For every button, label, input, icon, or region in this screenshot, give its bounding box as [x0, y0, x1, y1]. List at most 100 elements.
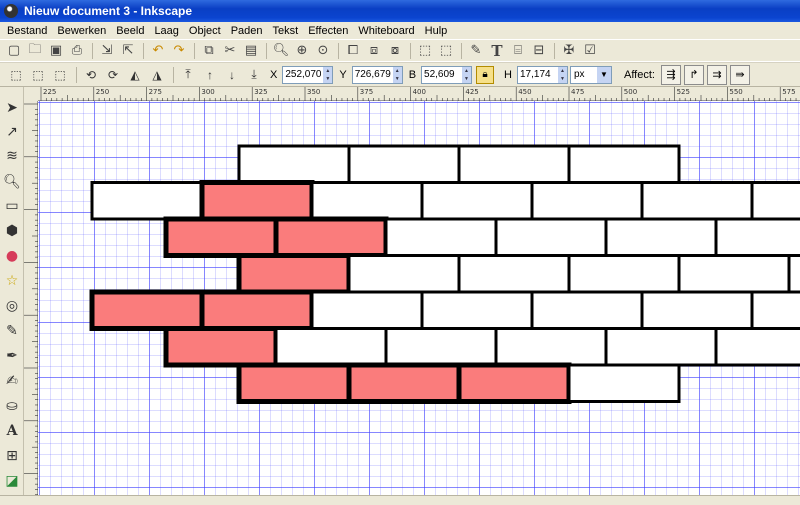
brick[interactable] [457, 254, 571, 294]
drawing-canvas[interactable] [38, 101, 800, 495]
import-icon[interactable]: ⇲ [97, 41, 117, 61]
affect-stroke-width-icon[interactable]: ⇶ [660, 64, 681, 85]
brick[interactable] [347, 144, 461, 184]
connector-tool-icon[interactable]: ⊞ [1, 445, 23, 467]
x-input[interactable] [283, 66, 324, 83]
redo-icon[interactable]: ↷ [169, 41, 189, 61]
brick[interactable] [494, 217, 608, 257]
brick[interactable] [604, 217, 718, 257]
align-distribute-icon[interactable]: ⊟ [529, 41, 549, 61]
brick[interactable] [384, 327, 498, 367]
vertical-ruler[interactable] [24, 101, 38, 496]
menu-bewerken[interactable]: Bewerken [52, 25, 111, 37]
xml-editor-icon[interactable]: ⌸ [508, 41, 528, 61]
paste-icon[interactable]: ▤ [241, 41, 261, 61]
brick[interactable] [237, 144, 351, 184]
chevron-down-icon[interactable]: ▼ [596, 66, 611, 83]
paint-bucket-tool-icon[interactable]: ⛀ [1, 395, 23, 417]
fill-stroke-icon[interactable]: ✎ [466, 41, 486, 61]
copy-icon[interactable]: ⧉ [199, 41, 219, 61]
menu-object[interactable]: Object [184, 25, 226, 37]
3d-box-tool-icon[interactable]: ⬢ [1, 220, 23, 242]
ungroup-icon[interactable]: ⬚ [436, 41, 456, 61]
lower-to-bottom-icon[interactable]: ⤓ [244, 65, 264, 85]
brick[interactable] [420, 290, 534, 330]
unit-select[interactable]: px ▼ [569, 65, 612, 84]
width-spinbox[interactable]: ▲▼ [421, 65, 473, 84]
brick[interactable] [310, 181, 424, 221]
brick[interactable] [347, 254, 461, 294]
y-spinbox[interactable]: ▲▼ [351, 65, 403, 84]
ellipse-tool-icon[interactable]: ● [1, 245, 23, 267]
spiral-tool-icon[interactable]: ◎ [1, 295, 23, 317]
height-input[interactable] [517, 66, 558, 83]
brick-selected[interactable] [456, 362, 572, 404]
brick[interactable] [494, 327, 608, 367]
lower-icon[interactable]: ↓ [222, 65, 242, 85]
rotate-ccw-icon[interactable]: ⟲ [81, 65, 101, 85]
save-icon[interactable]: ▣ [46, 41, 66, 61]
export-icon[interactable]: ⇱ [118, 41, 138, 61]
document-properties-icon[interactable]: ☑ [580, 41, 600, 61]
brick-selected[interactable] [163, 326, 279, 368]
brick-selected[interactable] [199, 289, 315, 331]
brick[interactable] [567, 363, 681, 403]
x-spinbox[interactable]: ▲▼ [282, 65, 334, 84]
new-document-icon[interactable]: ▢ [4, 41, 24, 61]
brick[interactable] [457, 144, 571, 184]
duplicate-icon[interactable]: ⧠ [343, 41, 363, 61]
menu-effecten[interactable]: Effecten [303, 25, 353, 37]
brick-selected[interactable] [236, 362, 352, 404]
group-icon[interactable]: ⬚ [415, 41, 435, 61]
brick-selected[interactable] [236, 253, 352, 295]
text-tool-icon[interactable]: A [1, 420, 23, 442]
brick[interactable] [640, 290, 754, 330]
zoom-drawing-icon[interactable]: ⊕ [292, 41, 312, 61]
print-icon[interactable]: ⎙ [67, 41, 87, 61]
brick-selected[interactable] [199, 180, 315, 222]
brick[interactable] [274, 327, 388, 367]
raise-to-top-icon[interactable]: ⤒ [178, 65, 198, 85]
rectangle-tool-icon[interactable]: ▭ [1, 195, 23, 217]
lock-aspect-icon[interactable]: 🔒︎ [476, 65, 495, 84]
menu-beeld[interactable]: Beeld [111, 25, 149, 37]
width-spin-arrows[interactable]: ▲ ▼ [462, 66, 472, 83]
menu-tekst[interactable]: Tekst [268, 25, 304, 37]
brick-selected[interactable] [273, 216, 389, 258]
height-spinbox[interactable]: ▲▼ [516, 65, 568, 84]
menu-whiteboard[interactable]: Whiteboard [353, 25, 419, 37]
node-tool-icon[interactable]: ↗ [1, 121, 23, 143]
brick[interactable] [90, 181, 204, 221]
pencil-tool-icon[interactable]: ✎ [1, 320, 23, 342]
flip-vertical-icon[interactable]: ◮ [147, 65, 167, 85]
width-input[interactable] [422, 66, 463, 83]
menu-hulp[interactable]: Hulp [420, 25, 453, 37]
rotate-cw-icon[interactable]: ⟳ [103, 65, 123, 85]
raise-icon[interactable]: ↑ [200, 65, 220, 85]
brick[interactable] [420, 181, 534, 221]
brick[interactable] [787, 254, 800, 294]
brick-selected[interactable] [89, 289, 205, 331]
brick-selected[interactable] [346, 362, 462, 404]
unlink-clone-icon[interactable]: ⧇ [385, 41, 405, 61]
brick[interactable] [567, 144, 681, 184]
preferences-icon[interactable]: ✠ [559, 41, 579, 61]
brick[interactable] [530, 290, 644, 330]
deselect-icon[interactable]: ⬚ [50, 65, 70, 85]
undo-icon[interactable]: ↶ [148, 41, 168, 61]
select-all-layers-icon[interactable]: ⬚ [28, 65, 48, 85]
zoom-tool-icon[interactable]: 🔍︎ [1, 171, 23, 193]
brick[interactable] [640, 181, 754, 221]
height-spin-arrows[interactable]: ▲ ▼ [557, 66, 567, 83]
y-input[interactable] [352, 66, 393, 83]
menu-paden[interactable]: Paden [226, 25, 268, 37]
brick[interactable] [604, 327, 718, 367]
text-font-icon[interactable]: T [487, 41, 507, 61]
zoom-selection-icon[interactable]: 🔍︎ [271, 41, 291, 61]
brick[interactable] [750, 181, 800, 221]
open-folder-icon[interactable]: 🗀 [25, 41, 45, 61]
brick[interactable] [530, 181, 644, 221]
brick[interactable] [714, 327, 800, 367]
calligraphy-tool-icon[interactable]: ✍ [1, 370, 23, 392]
tweak-tool-icon[interactable]: ≋ [1, 145, 23, 167]
